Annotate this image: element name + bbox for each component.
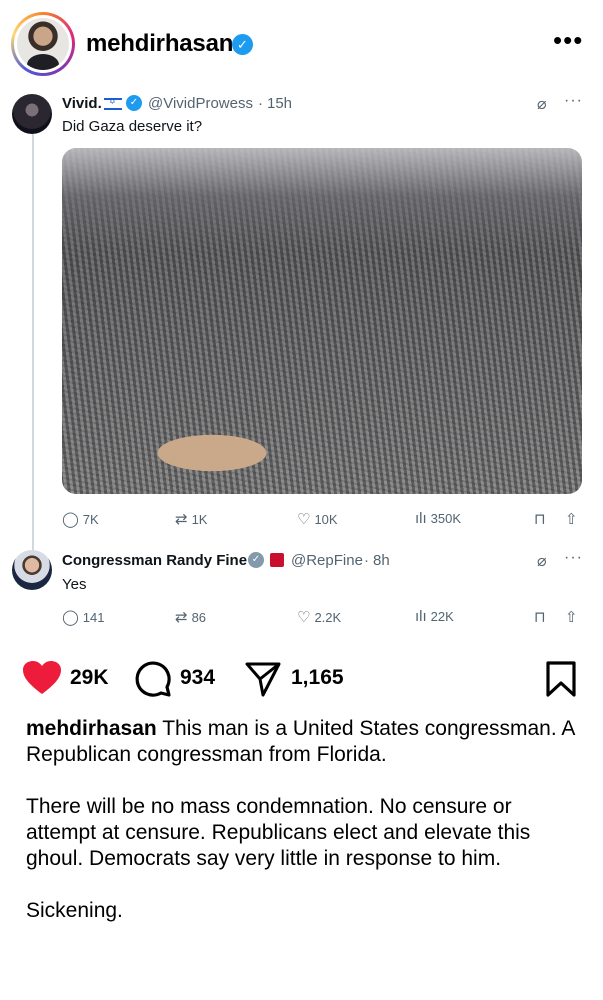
share-count[interactable]: 1,165 (291, 666, 344, 690)
bookmark-icon: ⊓ (534, 511, 546, 528)
bookmark-icon: ⊓ (534, 609, 546, 626)
congress-badge-icon (270, 553, 284, 567)
tweet-more-icon: ··· (564, 549, 583, 566)
tweet-author-handle: @VividProwess (148, 95, 253, 112)
avatar-photo (17, 18, 69, 70)
heart-icon[interactable] (22, 660, 62, 696)
tweet-author-avatar (12, 550, 52, 590)
comment-count[interactable]: 934 (180, 666, 215, 690)
gaza-aerial-photo (62, 148, 582, 494)
like-icon: ♡ (297, 511, 311, 528)
like-count: 10K (314, 511, 338, 527)
israel-flag-icon (104, 97, 122, 110)
like-icon: ♡ (297, 609, 311, 626)
government-badge-icon: ✓ (248, 552, 264, 568)
share-icon: ⇧ (565, 609, 578, 626)
tweet-author-handle: @RepFine (291, 552, 363, 569)
repost-icon: ⇄ (175, 511, 188, 528)
tweet-time: 15h (267, 95, 293, 112)
tweet-author-name: Congressman Randy Fine (62, 552, 248, 569)
thread-line (32, 134, 34, 554)
tweet-screenshot: Vivid. ✓ @VividProwess · 15h ⌀ ··· Did G… (0, 86, 603, 638)
caption-paragraph: There will be no mass condemnation. No c… (26, 795, 531, 870)
tweet-dot-separator: · (364, 552, 369, 569)
post-actions: 29K 934 1,165 (0, 656, 603, 702)
reply-count: 141 (82, 609, 105, 625)
post-caption: mehdirhasan This man is a United States … (26, 716, 586, 950)
verified-badge-icon: ✓ (126, 95, 142, 111)
tweet-time: 8h (373, 552, 390, 569)
repost-icon: ⇄ (175, 609, 188, 626)
views-count: 22K (430, 609, 454, 624)
tweet-text: Yes (62, 576, 87, 593)
caption-username[interactable]: mehdirhasan (26, 717, 157, 740)
tweet-text: Did Gaza deserve it? (62, 118, 203, 135)
repost-count: 86 (191, 609, 207, 625)
tweet-actions: ◯ 7K ⇄ 1K ♡ 10K ılı 350K ⊓ ⇧ (62, 510, 587, 532)
views-icon: ılı (415, 608, 427, 625)
reply-icon: ◯ (62, 609, 79, 626)
avatar[interactable] (11, 12, 75, 76)
grok-icon: ⌀ (537, 553, 547, 570)
share-icon: ⇧ (565, 511, 578, 528)
verified-badge-icon: ✓ (232, 34, 253, 55)
repost-count: 1K (191, 511, 208, 527)
send-icon[interactable] (244, 660, 282, 698)
save-icon[interactable] (545, 660, 577, 698)
more-options-icon[interactable]: ••• (553, 27, 583, 53)
username[interactable]: mehdirhasan (86, 30, 233, 58)
views-icon: ılı (415, 510, 427, 527)
reply-icon: ◯ (62, 511, 79, 528)
tweet-more-icon: ··· (564, 92, 583, 109)
views-count: 350K (430, 511, 462, 526)
tweet-actions: ◯ 141 ⇄ 86 ♡ 2.2K ılı 22K ⊓ ⇧ (62, 608, 587, 630)
grok-icon: ⌀ (537, 96, 547, 113)
post-header: mehdirhasan ✓ ••• (0, 0, 603, 86)
comment-icon[interactable] (134, 660, 172, 698)
like-count: 2.2K (314, 609, 342, 625)
tweet-dot-separator: · (258, 95, 263, 112)
reply-count: 7K (82, 511, 99, 527)
like-count[interactable]: 29K (70, 666, 109, 690)
tweet-author-avatar (12, 94, 52, 134)
tweet-author-name: Vivid. (62, 95, 102, 112)
caption-paragraph: Sickening. (26, 899, 123, 922)
